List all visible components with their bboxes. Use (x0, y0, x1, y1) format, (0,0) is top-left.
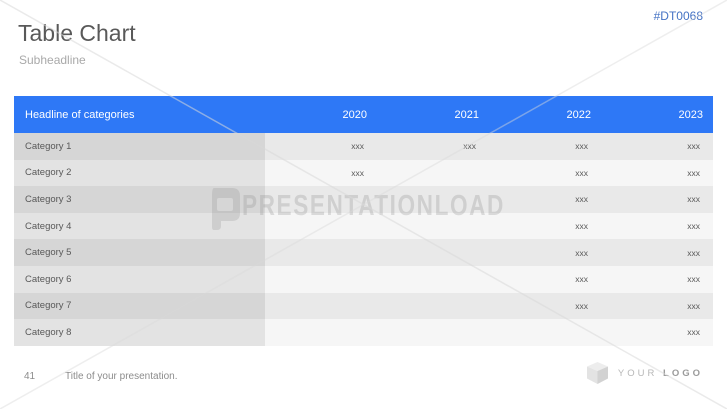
cell-value (377, 319, 489, 346)
table-header-2023: 2023 (601, 96, 713, 133)
cell-value (377, 293, 489, 320)
row-label: Category 7 (14, 293, 265, 320)
cell-value (265, 293, 377, 320)
cell-value: xxx (489, 293, 601, 320)
table-header-2021: 2021 (377, 96, 489, 133)
logo-text-your: YOUR (618, 368, 657, 379)
watermark-text: PRESENTATIONLOAD (242, 184, 505, 228)
cell-value (377, 160, 489, 187)
cell-value (265, 319, 377, 346)
cell-value: xxx (489, 133, 601, 160)
table-row: Category 1 xxx xxx xxx xxx (14, 133, 713, 160)
table-header-categories: Headline of categories (14, 96, 265, 133)
cell-value: xxx (601, 319, 713, 346)
presentation-title: Title of your presentation. (65, 371, 177, 382)
row-label: Category 5 (14, 239, 265, 266)
cell-value: xxx (265, 160, 377, 187)
cell-value: xxx (601, 239, 713, 266)
page-title: Table Chart (18, 20, 136, 47)
cell-value: xxx (601, 186, 713, 213)
cell-value: xxx (377, 133, 489, 160)
cell-value: xxx (489, 239, 601, 266)
watermark: PRESENTATIONLOAD (206, 184, 579, 230)
table-header-row: Headline of categories 2020 2021 2022 20… (14, 96, 713, 133)
cell-value: xxx (601, 213, 713, 240)
table-row: Category 8 xxx (14, 319, 713, 346)
logo-text-logo: LOGO (663, 368, 703, 379)
row-label: Category 8 (14, 319, 265, 346)
slide-canvas: #DT0068 Table Chart Subheadline Headline… (0, 0, 727, 409)
cell-value (377, 239, 489, 266)
row-label: Category 6 (14, 266, 265, 293)
cell-value: xxx (489, 266, 601, 293)
cell-value (265, 266, 377, 293)
row-label: Category 1 (14, 133, 265, 160)
cell-value: xxx (489, 160, 601, 187)
table-header-2020: 2020 (265, 96, 377, 133)
row-label: Category 2 (14, 160, 265, 187)
logo-area: YOUR LOGO (587, 362, 703, 384)
table-row: Category 7 xxx xxx (14, 293, 713, 320)
table-row: Category 2 xxx xxx xxx (14, 160, 713, 187)
table-row: Category 6 xxx xxx (14, 266, 713, 293)
cell-value (377, 266, 489, 293)
cell-value: xxx (601, 293, 713, 320)
cell-value: xxx (601, 133, 713, 160)
logo-text: YOUR LOGO (618, 368, 703, 379)
table-row: Category 5 xxx xxx (14, 239, 713, 266)
page-subtitle: Subheadline (19, 53, 86, 67)
cell-value (489, 319, 601, 346)
cell-value: xxx (265, 133, 377, 160)
cube-logo-icon (587, 362, 608, 384)
speech-bubble-p-icon (206, 188, 242, 230)
cell-value (265, 239, 377, 266)
page-number: 41 (24, 371, 35, 382)
product-code: #DT0068 (654, 9, 703, 23)
cell-value: xxx (601, 160, 713, 187)
cell-value: xxx (601, 266, 713, 293)
table-header-2022: 2022 (489, 96, 601, 133)
